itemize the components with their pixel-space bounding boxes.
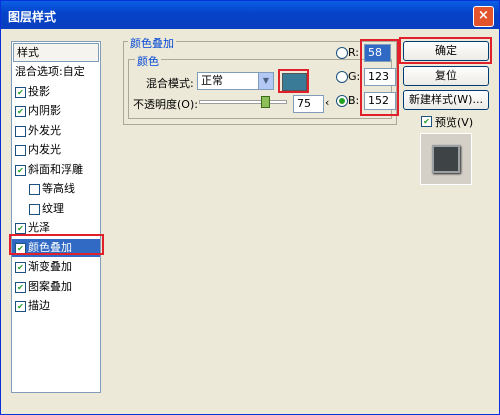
preview-swatch [432, 145, 460, 173]
style-item-label: 内阴影 [28, 104, 61, 117]
preview-checkbox[interactable]: ✔ [421, 116, 432, 127]
style-item-checkbox[interactable] [29, 184, 40, 195]
check-icon: ✔ [17, 302, 24, 311]
opacity-input[interactable]: 75 [293, 95, 324, 113]
style-highlight-box [9, 234, 104, 255]
check-icon: ✔ [17, 87, 24, 97]
style-item[interactable]: 纹理 [12, 200, 100, 218]
window-title: 图层样式 [8, 10, 57, 24]
style-item[interactable]: ✔ 渐变叠加 [12, 258, 100, 276]
opacity-label: 不透明度(O): [133, 98, 198, 111]
style-item[interactable]: ✔ 斜面和浮雕 [12, 161, 100, 179]
style-item[interactable]: ✔ 内阴影 [12, 102, 100, 120]
blend-mode-value: 正常 [201, 74, 223, 87]
title-bar[interactable]: 图层样式 × [1, 1, 499, 29]
style-item-label: 描边 [28, 299, 50, 312]
style-item-checkbox[interactable] [15, 145, 26, 156]
style-item-label: 投影 [28, 84, 50, 98]
b-radio[interactable] [336, 95, 348, 107]
opacity-slider-thumb[interactable] [260, 96, 270, 108]
check-icon: ✔ [17, 263, 24, 272]
preview-label: 预览(V) [435, 116, 474, 129]
style-item-label: 渐变叠加 [28, 260, 72, 273]
style-item[interactable]: 混合选项:自定 [12, 63, 100, 81]
style-item-label: 等高线 [42, 182, 75, 195]
check-icon: ✔ [17, 282, 24, 292]
style-item[interactable]: ✔ 投影 [12, 83, 100, 101]
style-item-checkbox[interactable]: ✔ [15, 301, 26, 312]
styles-list-header[interactable]: 样式 [13, 43, 99, 62]
close-icon[interactable]: × [473, 6, 494, 27]
style-item-label: 内发光 [28, 143, 61, 156]
chevron-down-icon[interactable]: ▼ [258, 73, 273, 89]
blend-mode-label: 混合模式: [146, 77, 194, 90]
style-item-label: 混合选项:自定 [15, 65, 85, 78]
style-item-checkbox[interactable] [29, 203, 40, 215]
style-item[interactable]: ✔ 图案叠加 [12, 278, 100, 296]
style-item[interactable]: 等高线 [12, 180, 100, 198]
color-subgroup-title: 颜色 [135, 53, 161, 69]
check-icon: ✔ [17, 107, 24, 116]
style-item[interactable]: 内发光 [12, 141, 100, 159]
new-style-button[interactable]: 新建样式(W)... [403, 90, 489, 110]
style-item-label: 斜面和浮雕 [28, 162, 83, 176]
check-icon: ✔ [423, 117, 430, 126]
style-item-checkbox[interactable]: ✔ [15, 262, 26, 273]
g-label: G: [348, 70, 361, 83]
color-swatch[interactable] [282, 73, 307, 91]
rgb-highlight-box [360, 39, 399, 116]
color-overlay-title: 颜色叠加 [128, 35, 176, 51]
opacity-slider-track[interactable] [199, 96, 287, 108]
style-item[interactable]: ✔ 描边 [12, 297, 100, 315]
style-item-label: 纹理 [42, 201, 64, 215]
check-icon: ✔ [17, 224, 24, 233]
r-radio[interactable] [336, 47, 348, 59]
blend-mode-select[interactable]: 正常 ▼ [197, 72, 274, 90]
style-item-checkbox[interactable]: ✔ [15, 86, 26, 98]
styles-list: 样式 混合选项:自定 ✔ 投影 ✔ 内阴影 外发光 内发光 ✔ 斜面和浮雕 等高线 纹理 ✔ 光泽 ✔ 颜色… [11, 41, 101, 393]
style-item[interactable]: 外发光 [12, 122, 100, 140]
slider-left-arrow-icon[interactable]: ‹ [325, 96, 329, 109]
preview-thumbnail [420, 133, 472, 185]
style-item-checkbox[interactable]: ✔ [15, 281, 26, 293]
b-label: B: [348, 94, 360, 107]
style-item-checkbox[interactable]: ✔ [15, 223, 26, 234]
style-item-checkbox[interactable]: ✔ [15, 106, 26, 117]
r-label: R: [348, 46, 360, 59]
g-radio[interactable] [336, 71, 348, 83]
check-icon: ✔ [17, 165, 24, 175]
color-swatch-highlight [278, 69, 309, 93]
style-item-label: 外发光 [28, 123, 61, 137]
style-item-checkbox[interactable]: ✔ [15, 164, 26, 176]
style-item-checkbox[interactable] [15, 125, 26, 137]
b-radio-dot [339, 98, 345, 104]
ok-highlight-box [399, 37, 492, 64]
style-item-label: 图案叠加 [28, 279, 72, 293]
reset-button[interactable]: 复位 [403, 66, 489, 86]
layer-style-dialog: 图层样式 × 样式 混合选项:自定 ✔ 投影 ✔ 内阴影外发光内发光 ✔ 斜面和浮雕等高线纹… [0, 0, 500, 415]
